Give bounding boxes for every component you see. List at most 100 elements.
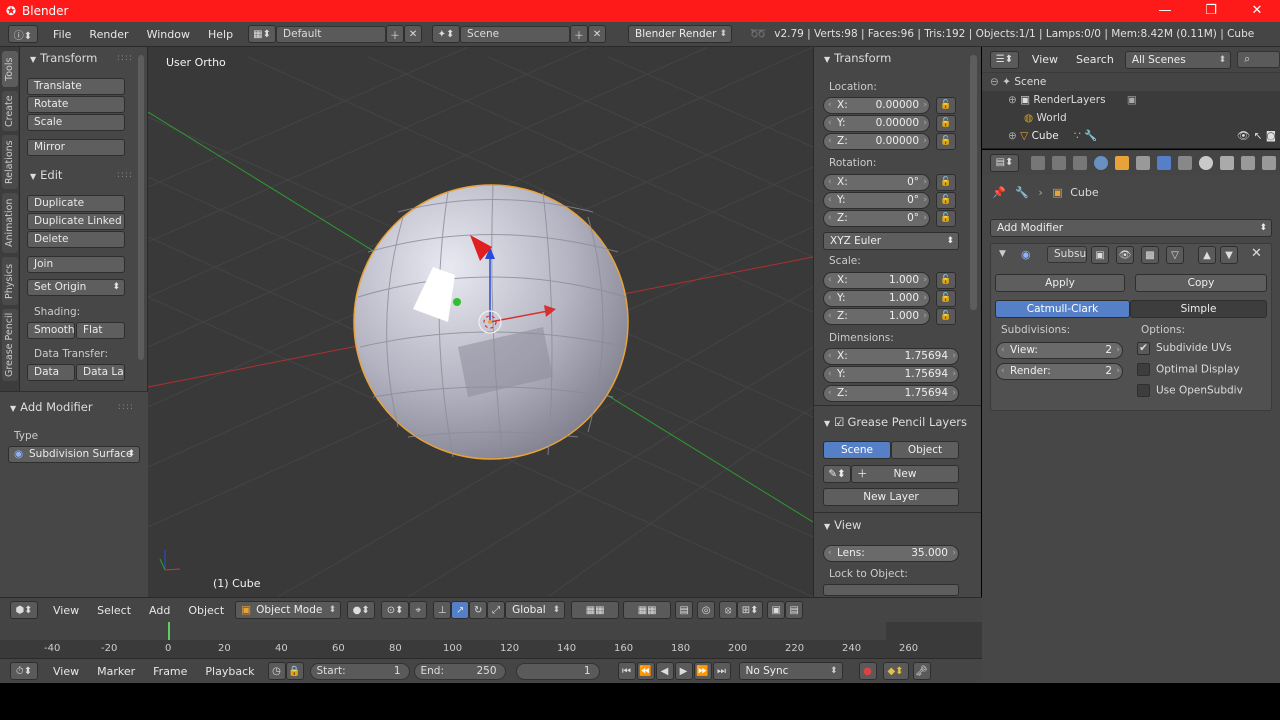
- close-window-button[interactable]: ✕: [1234, 0, 1280, 22]
- gp-scene-button[interactable]: Scene: [823, 441, 891, 459]
- modifier-name-field[interactable]: Subsu: [1047, 246, 1087, 263]
- tab-tools[interactable]: Tools: [2, 51, 18, 87]
- translate-button[interactable]: Translate: [27, 78, 125, 95]
- screen-layout-field[interactable]: Default: [276, 25, 387, 43]
- subdivide-uvs-option[interactable]: ✔ Subdivide UVs: [1137, 342, 1232, 355]
- gp-new-button[interactable]: ＋ New: [851, 465, 959, 483]
- scale-x-field[interactable]: X:1.000: [823, 272, 930, 289]
- current-frame-field[interactable]: 1: [515, 662, 600, 680]
- 3d-viewport[interactable]: User Ortho (1) Cube: [148, 47, 813, 597]
- show-in-render-icon[interactable]: ▣: [1091, 246, 1109, 264]
- rotation-x-field[interactable]: X:0°: [823, 174, 930, 191]
- scale-button[interactable]: Scale: [27, 114, 125, 131]
- panel-grip-icon[interactable]: ::::: [118, 402, 134, 412]
- grease-pencil-panel-header[interactable]: ▼ ☑ Grease Pencil Layers: [824, 415, 967, 429]
- mirror-button[interactable]: Mirror: [27, 139, 125, 156]
- transform-panel-header[interactable]: ▼ Transform: [30, 51, 97, 65]
- rotate-button[interactable]: Rotate: [27, 96, 125, 113]
- translate-manipulator-icon[interactable]: ↗: [451, 601, 470, 619]
- data-transfer-button[interactable]: Data: [27, 364, 75, 381]
- render-layers-context-icon[interactable]: [1052, 155, 1066, 170]
- checkbox-icon[interactable]: ☑: [834, 415, 844, 429]
- material-context-icon[interactable]: [1199, 155, 1213, 170]
- menu-file[interactable]: File: [44, 28, 80, 41]
- add-modifier-panel-header[interactable]: ▼ Add Modifier: [10, 400, 93, 414]
- wrench-icon[interactable]: 🔧: [1084, 130, 1097, 142]
- duplicate-button[interactable]: Duplicate: [27, 195, 125, 212]
- show-in-editmode-icon[interactable]: ▩: [1141, 246, 1159, 264]
- subdivisions-render-field[interactable]: Render:2: [996, 363, 1123, 380]
- dimensions-x-field[interactable]: X:1.75694: [823, 348, 959, 365]
- y-manipulator-handle-icon[interactable]: [453, 298, 461, 306]
- lock-time-icon[interactable]: 🔒: [285, 662, 304, 680]
- viewport-editor-type-icon[interactable]: ⬢⬍: [10, 601, 38, 619]
- manipulator-center-icon[interactable]: ⌖: [409, 601, 428, 619]
- keying-set-icon[interactable]: ◆⬍: [882, 662, 909, 680]
- layer-lock-icon[interactable]: ▤: [675, 601, 694, 619]
- outliner-row-world[interactable]: ◍ World: [982, 109, 1280, 127]
- view-panel-header[interactable]: ▼ View: [824, 518, 861, 532]
- tab-create[interactable]: Create: [2, 91, 18, 131]
- use-opensubdiv-option[interactable]: Use OpenSubdiv: [1137, 384, 1243, 397]
- panel-grip-icon[interactable]: ::::: [117, 53, 133, 63]
- scale-manipulator-icon[interactable]: ⤢: [487, 601, 506, 619]
- pivot-point-icon[interactable]: ⊙⬍: [381, 601, 410, 619]
- mesh-data-context-icon[interactable]: [1178, 155, 1192, 170]
- particles-context-icon[interactable]: [1241, 155, 1255, 170]
- start-frame-field[interactable]: Start: 1: [309, 662, 410, 680]
- tab-physics[interactable]: Physics: [2, 257, 18, 305]
- remove-screen-icon[interactable]: ✕: [404, 25, 423, 43]
- menu-render[interactable]: Render: [80, 28, 137, 41]
- scene-field[interactable]: Scene: [460, 25, 571, 43]
- current-frame-indicator[interactable]: [168, 622, 170, 640]
- remove-scene-icon[interactable]: ✕: [588, 25, 607, 43]
- outliner-search-menu[interactable]: Search: [1067, 53, 1123, 66]
- lock-to-object-field[interactable]: [823, 584, 959, 596]
- timeline-view-menu[interactable]: View: [44, 665, 88, 678]
- maximize-button[interactable]: ❐: [1188, 0, 1234, 22]
- play-reverse-icon[interactable]: ◀: [655, 662, 674, 680]
- insert-keyframe-icon[interactable]: 🗝: [912, 662, 931, 680]
- move-down-icon[interactable]: ▼: [1220, 246, 1238, 264]
- manipulator-toggle-icon[interactable]: ⊥: [433, 601, 452, 619]
- properties-editor-type-icon[interactable]: ▤⬍: [990, 153, 1019, 172]
- rotation-y-field[interactable]: Y:0°: [823, 192, 930, 209]
- outliner-search-field[interactable]: ⌕: [1237, 51, 1280, 68]
- rotate-manipulator-icon[interactable]: ↻: [469, 601, 488, 619]
- lock-icon[interactable]: 🔓: [936, 210, 956, 227]
- set-origin-dropdown[interactable]: Set Origin ⬍: [27, 279, 125, 296]
- gp-object-button[interactable]: Object: [891, 441, 959, 459]
- location-y-field[interactable]: Y:0.00000: [823, 115, 930, 132]
- pin-icon[interactable]: 📌: [992, 186, 1006, 199]
- viewport-add-menu[interactable]: Add: [140, 604, 179, 617]
- lock-icon[interactable]: 🔓: [936, 133, 956, 150]
- edit-panel-header[interactable]: ▼ Edit: [30, 168, 62, 182]
- scene-context-icon[interactable]: [1073, 155, 1087, 170]
- screen-layout-icon[interactable]: ▦⬍: [248, 25, 277, 43]
- catmull-clark-button[interactable]: Catmull-Clark: [995, 300, 1130, 318]
- n-transform-panel-header[interactable]: ▼ Transform: [824, 51, 891, 65]
- render-engine-dropdown[interactable]: Blender Render: [628, 25, 733, 43]
- menu-help[interactable]: Help: [199, 28, 242, 41]
- viewport-view-menu[interactable]: View: [44, 604, 88, 617]
- info-editor-type-icon[interactable]: ⓘ⬍: [8, 25, 38, 43]
- lens-field[interactable]: Lens:35.000: [823, 545, 959, 562]
- visibility-eye-icon[interactable]: 👁 ↖ ◙: [1237, 127, 1276, 145]
- dimensions-y-field[interactable]: Y:1.75694: [823, 366, 959, 383]
- rotation-z-field[interactable]: Z:0°: [823, 210, 930, 227]
- tab-animation[interactable]: Animation: [2, 193, 18, 253]
- jump-to-keyframe-forward-icon[interactable]: ⏩: [693, 662, 712, 680]
- outliner-filter-dropdown[interactable]: All Scenes: [1124, 50, 1232, 69]
- rotation-mode-dropdown[interactable]: XYZ Euler ⬍: [823, 232, 959, 250]
- optimal-display-option[interactable]: Optimal Display: [1137, 363, 1240, 376]
- duplicate-linked-button[interactable]: Duplicate Linked: [27, 213, 125, 230]
- remove-modifier-icon[interactable]: ✕: [1251, 246, 1262, 261]
- jump-to-start-icon[interactable]: ⏮: [617, 662, 636, 680]
- render-context-icon[interactable]: [1031, 155, 1045, 170]
- outliner-row-scene[interactable]: ⊖ ✦ Scene: [982, 73, 1280, 91]
- opengl-animation-icon[interactable]: ▤: [785, 601, 804, 619]
- lock-icon[interactable]: 🔓: [936, 115, 956, 132]
- mesh-data-icon[interactable]: ∵: [1074, 130, 1081, 142]
- scene-layers-2-icon[interactable]: ▦▦: [623, 601, 672, 619]
- opengl-render-icon[interactable]: ▣: [767, 601, 786, 619]
